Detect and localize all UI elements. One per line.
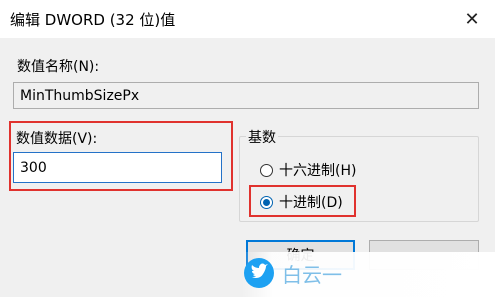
watermark: 白云一 (242, 252, 495, 297)
value-name-label: 数值名称(N): (17, 59, 100, 75)
close-button[interactable]: ✕ (449, 0, 495, 38)
value-data-label: 数值数据(V): (16, 131, 98, 147)
twitter-bird-icon (244, 258, 274, 288)
radio-decimal[interactable]: 十进制(D) (260, 192, 343, 212)
value-data-text: 300 (20, 159, 47, 176)
radio-hex[interactable]: 十六进制(H) (260, 160, 356, 180)
value-name-field[interactable]: MinThumbSizePx (13, 82, 479, 109)
close-icon: ✕ (464, 8, 480, 30)
radio-hex-button[interactable] (260, 163, 273, 177)
title-bar: 编辑 DWORD (32 位)值 ✕ (0, 0, 495, 38)
window-title: 编辑 DWORD (32 位)值 (10, 11, 176, 29)
radio-hex-label: 十六进制(H) (279, 163, 357, 179)
value-data-input[interactable]: 300 (13, 152, 222, 183)
radio-decimal-label: 十进制(D) (279, 195, 343, 211)
base-group-title: 基数 (246, 127, 278, 147)
watermark-text: 白云一 (282, 263, 342, 287)
value-name-text: MinThumbSizePx (20, 87, 140, 104)
radio-decimal-button[interactable] (260, 195, 273, 209)
